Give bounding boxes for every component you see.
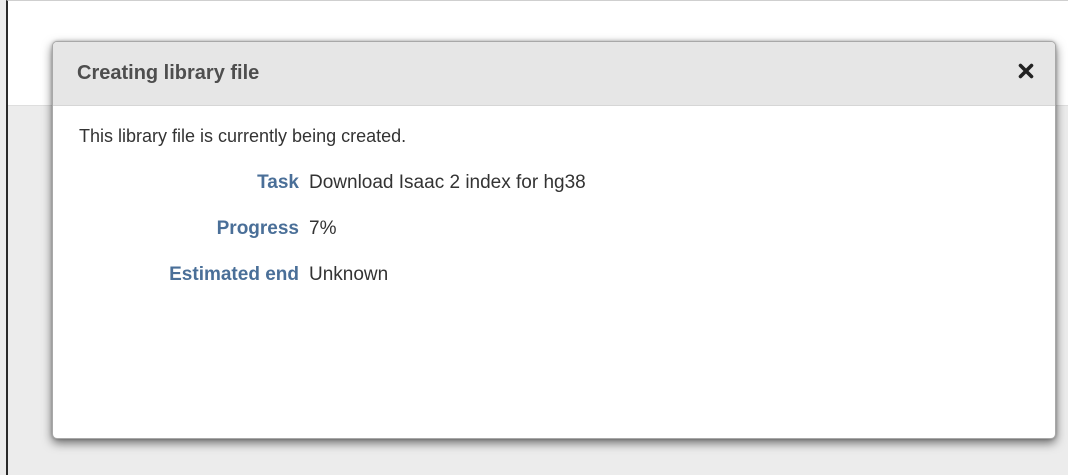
status-message: This library file is currently being cre… bbox=[79, 126, 407, 146]
dialog-header: Creating library file bbox=[53, 42, 1055, 106]
dialog-title: Creating library file bbox=[77, 62, 260, 84]
close-button[interactable] bbox=[1015, 60, 1037, 82]
task-label: Task bbox=[257, 172, 299, 193]
page-background: Creating library file This library file … bbox=[6, 0, 1068, 475]
estimated-end-value: Unknown bbox=[309, 264, 389, 285]
creating-library-file-dialog: Creating library file This library file … bbox=[52, 41, 1056, 439]
task-details: Task Download Isaac 2 index for hg38 Pro… bbox=[79, 169, 1031, 288]
close-icon bbox=[1018, 63, 1034, 79]
progress-value: 7% bbox=[309, 218, 337, 239]
progress-label: Progress bbox=[216, 218, 299, 239]
dialog-body: This library file is currently being cre… bbox=[53, 106, 1055, 288]
task-value: Download Isaac 2 index for hg38 bbox=[309, 172, 586, 193]
estimated-end-label: Estimated end bbox=[169, 264, 299, 285]
